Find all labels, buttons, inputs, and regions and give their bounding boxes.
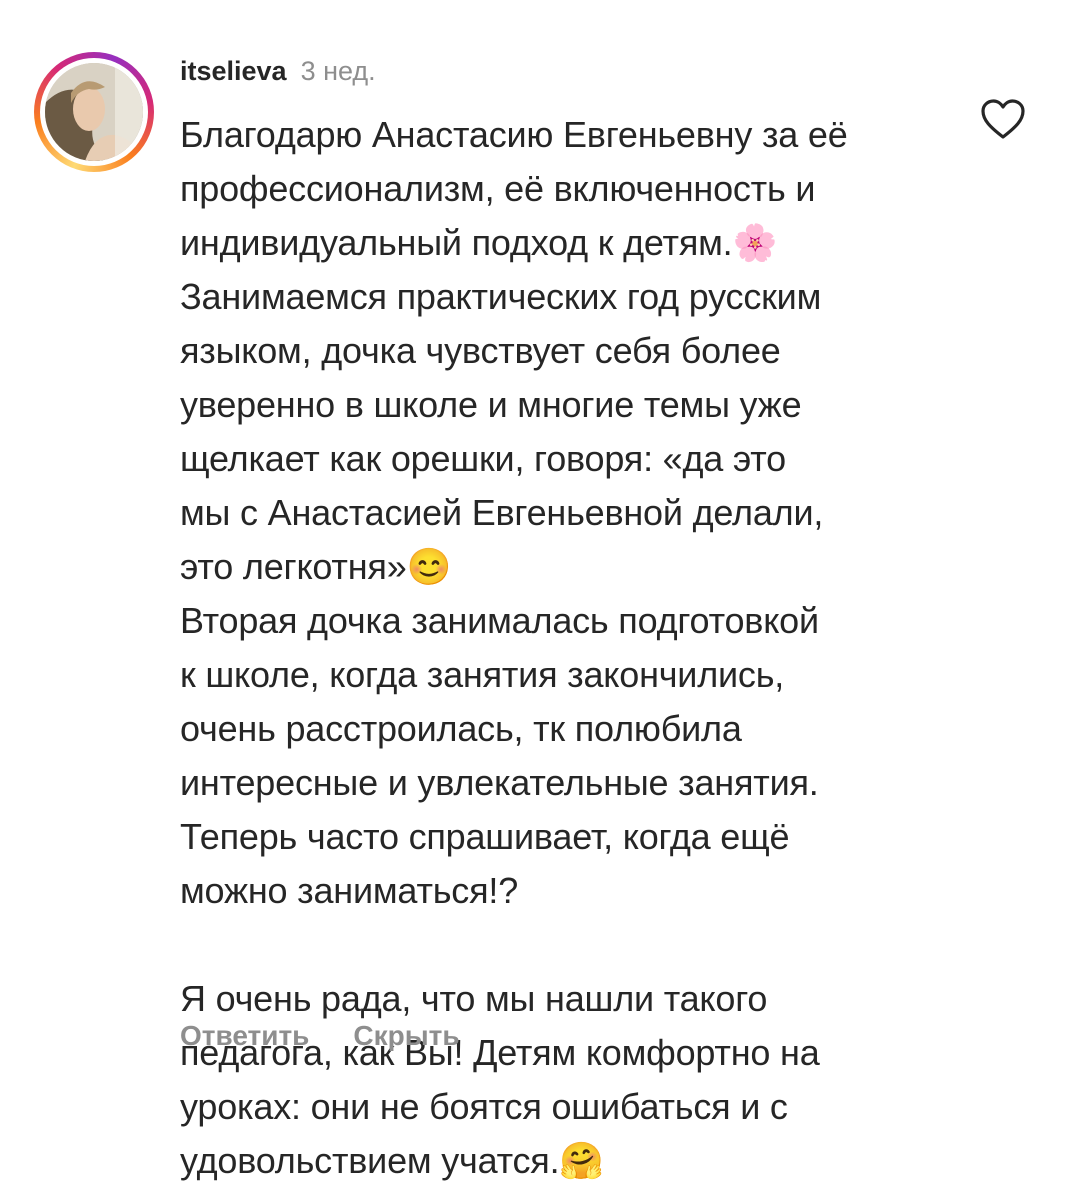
avatar[interactable] — [45, 63, 143, 161]
timestamp: 3 нед. — [300, 56, 376, 86]
hide-button[interactable]: Скрыть — [353, 1020, 459, 1052]
username[interactable]: itselieva — [180, 56, 287, 87]
comment-header: itselieva 3 нед. — [180, 56, 376, 96]
heart-outline-icon[interactable] — [980, 98, 1026, 140]
reply-button[interactable]: Ответить — [180, 1020, 309, 1052]
avatar-story-ring[interactable] — [34, 52, 154, 172]
comment-actions: Ответить Скрыть — [180, 1020, 460, 1052]
avatar-photo — [45, 63, 143, 161]
comment-item: itselieva 3 нед. Благодарю Анастасию Евг… — [0, 0, 1080, 1181]
